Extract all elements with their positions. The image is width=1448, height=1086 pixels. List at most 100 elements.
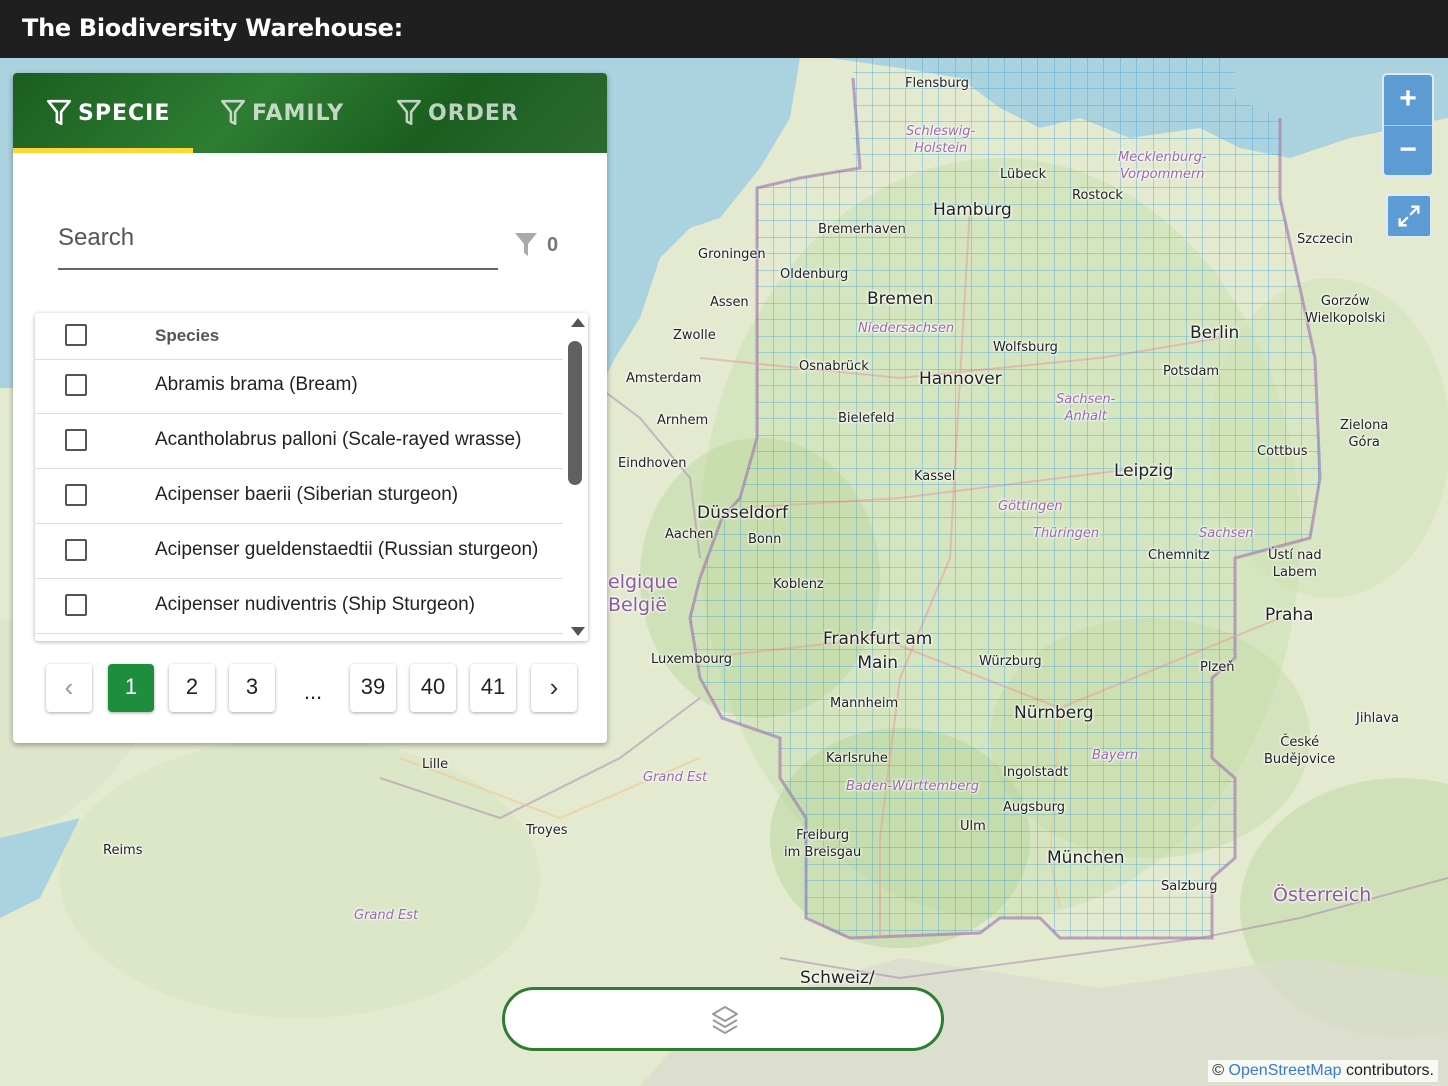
place-label: Zwolle	[673, 328, 716, 343]
place-label: Bonn	[748, 532, 782, 547]
table-row[interactable]: Acantholabrus palloni (Scale-rayed wrass…	[35, 414, 563, 469]
region-label: Grand Est	[643, 770, 708, 785]
scroll-up-arrow-icon[interactable]	[571, 318, 585, 327]
species-table: Species Abramis brama (Bream) Acantholab…	[35, 313, 588, 641]
row-checkbox[interactable]	[65, 374, 87, 396]
page-button-41[interactable]: 41	[470, 664, 516, 712]
region-label: Baden-Württemberg	[846, 779, 979, 794]
place-label: Szczecin	[1297, 232, 1354, 247]
place-label: Kassel	[914, 469, 956, 484]
page-button-1[interactable]: 1	[108, 664, 154, 712]
place-label: České Budějovice	[1264, 735, 1336, 767]
row-checkbox[interactable]	[65, 594, 87, 616]
tab-order[interactable]: ORDER	[396, 73, 519, 153]
table-header: Species	[35, 313, 563, 360]
country-label: elgique België	[608, 571, 679, 616]
filter-icon	[515, 233, 537, 256]
layers-bar[interactable]	[502, 987, 944, 1051]
filter-icon	[47, 99, 71, 126]
search-input[interactable]	[58, 218, 488, 258]
region-label: Sachsen- Anhalt	[1056, 392, 1116, 424]
scrollbar-thumb[interactable]	[568, 341, 582, 485]
country-label: Österreich	[1273, 884, 1372, 906]
filter-count[interactable]: 0	[513, 231, 558, 259]
fullscreen-button[interactable]	[1386, 194, 1432, 238]
place-label: Salzburg	[1161, 879, 1218, 894]
tab-specie[interactable]: SPECIE	[46, 73, 170, 153]
active-tab-indicator	[13, 148, 193, 153]
place-label: Bremen	[867, 289, 934, 309]
region-label: Grand Est	[354, 908, 419, 923]
place-label: Freiburg im Breisgau	[784, 828, 862, 860]
column-header-species: Species	[155, 326, 220, 345]
table-row[interactable]: Acipenser nudiventris (Ship Sturgeon)	[35, 579, 563, 634]
place-label: Potsdam	[1163, 364, 1220, 379]
place-label: Leipzig	[1114, 461, 1174, 481]
place-label: Zielona Góra	[1340, 418, 1389, 450]
filter-count-value: 0	[547, 233, 559, 256]
place-label: Mannheim	[830, 696, 899, 711]
place-label: Schweiz/	[800, 968, 875, 988]
table-scrollbar[interactable]	[566, 313, 588, 641]
zoom-control: + −	[1382, 73, 1434, 177]
place-label: Arnhem	[657, 413, 709, 428]
attribution-text: contributors.	[1345, 1062, 1434, 1079]
place-label: Wolfsburg	[993, 340, 1058, 355]
place-label: Cottbus	[1257, 444, 1308, 459]
page-button-40[interactable]: 40	[410, 664, 456, 712]
place-label: Düsseldorf	[697, 503, 788, 523]
tab-label: ORDER	[428, 100, 519, 126]
layers-icon	[712, 1006, 738, 1034]
place-label: Lübeck	[1000, 167, 1047, 182]
table-row[interactable]: Acipenser gueldenstaedtii (Russian sturg…	[35, 524, 563, 579]
species-name: Acipenser gueldenstaedtii (Russian sturg…	[155, 539, 539, 560]
page-button-3[interactable]: 3	[229, 664, 275, 712]
filter-panel: SPECIE FAMILY ORDER 0 Species	[13, 73, 607, 743]
region-label: Mecklenburg- Vorpommern	[1118, 150, 1207, 182]
zoom-in-button[interactable]: +	[1384, 75, 1432, 125]
expand-icon	[1398, 205, 1420, 227]
place-label: Lille	[422, 757, 449, 772]
place-label: Oldenburg	[780, 267, 849, 282]
next-page-button[interactable]: ›	[531, 664, 577, 712]
page-button-39[interactable]: 39	[350, 664, 396, 712]
place-label: Amsterdam	[626, 371, 702, 386]
region-label: Thüringen	[1033, 526, 1100, 541]
place-label: Plzeň	[1200, 660, 1235, 675]
openstreetmap-link[interactable]: OpenStreetMap	[1229, 1062, 1342, 1079]
place-label: Chemnitz	[1148, 548, 1210, 563]
place-label: Assen	[710, 295, 749, 310]
region-label: Göttingen	[998, 499, 1063, 514]
tab-family[interactable]: FAMILY	[220, 73, 344, 153]
tab-label: FAMILY	[252, 100, 345, 126]
place-label: Ústí nad Labem	[1268, 548, 1322, 580]
map-attribution: © OpenStreetMap contributors.	[1208, 1060, 1438, 1082]
place-label: Reims	[103, 843, 143, 858]
place-label: Rostock	[1072, 188, 1123, 203]
page-button-2[interactable]: 2	[169, 664, 215, 712]
place-label: Luxembourg	[651, 652, 733, 667]
row-checkbox[interactable]	[65, 429, 87, 451]
species-name: Acantholabrus palloni (Scale-rayed wrass…	[155, 429, 522, 450]
row-checkbox[interactable]	[65, 539, 87, 561]
row-checkbox[interactable]	[65, 484, 87, 506]
species-name: Abramis brama (Bream)	[155, 374, 358, 395]
place-label: Augsburg	[1003, 800, 1066, 815]
region-label: Schleswig- Holstein	[906, 124, 976, 156]
filter-icon	[397, 99, 421, 126]
species-name: Acipenser nudiventris (Ship Sturgeon)	[155, 594, 476, 615]
species-name: Acipenser baerii (Siberian sturgeon)	[155, 484, 459, 505]
table-row[interactable]: Abramis brama (Bream)	[35, 359, 563, 414]
table-row[interactable]: Acipenser baerii (Siberian sturgeon)	[35, 469, 563, 524]
search-field	[58, 218, 498, 270]
place-label: Jihlava	[1356, 711, 1399, 726]
copyright-symbol: ©	[1212, 1062, 1225, 1079]
place-label: Berlin	[1190, 323, 1240, 343]
place-label: München	[1047, 848, 1125, 868]
prev-page-button[interactable]: ‹	[46, 664, 92, 712]
select-all-checkbox[interactable]	[65, 324, 87, 346]
place-label: Karlsruhe	[826, 751, 888, 766]
scroll-down-arrow-icon[interactable]	[571, 627, 585, 636]
zoom-out-button[interactable]: −	[1384, 125, 1432, 176]
place-label: Troyes	[526, 823, 568, 838]
